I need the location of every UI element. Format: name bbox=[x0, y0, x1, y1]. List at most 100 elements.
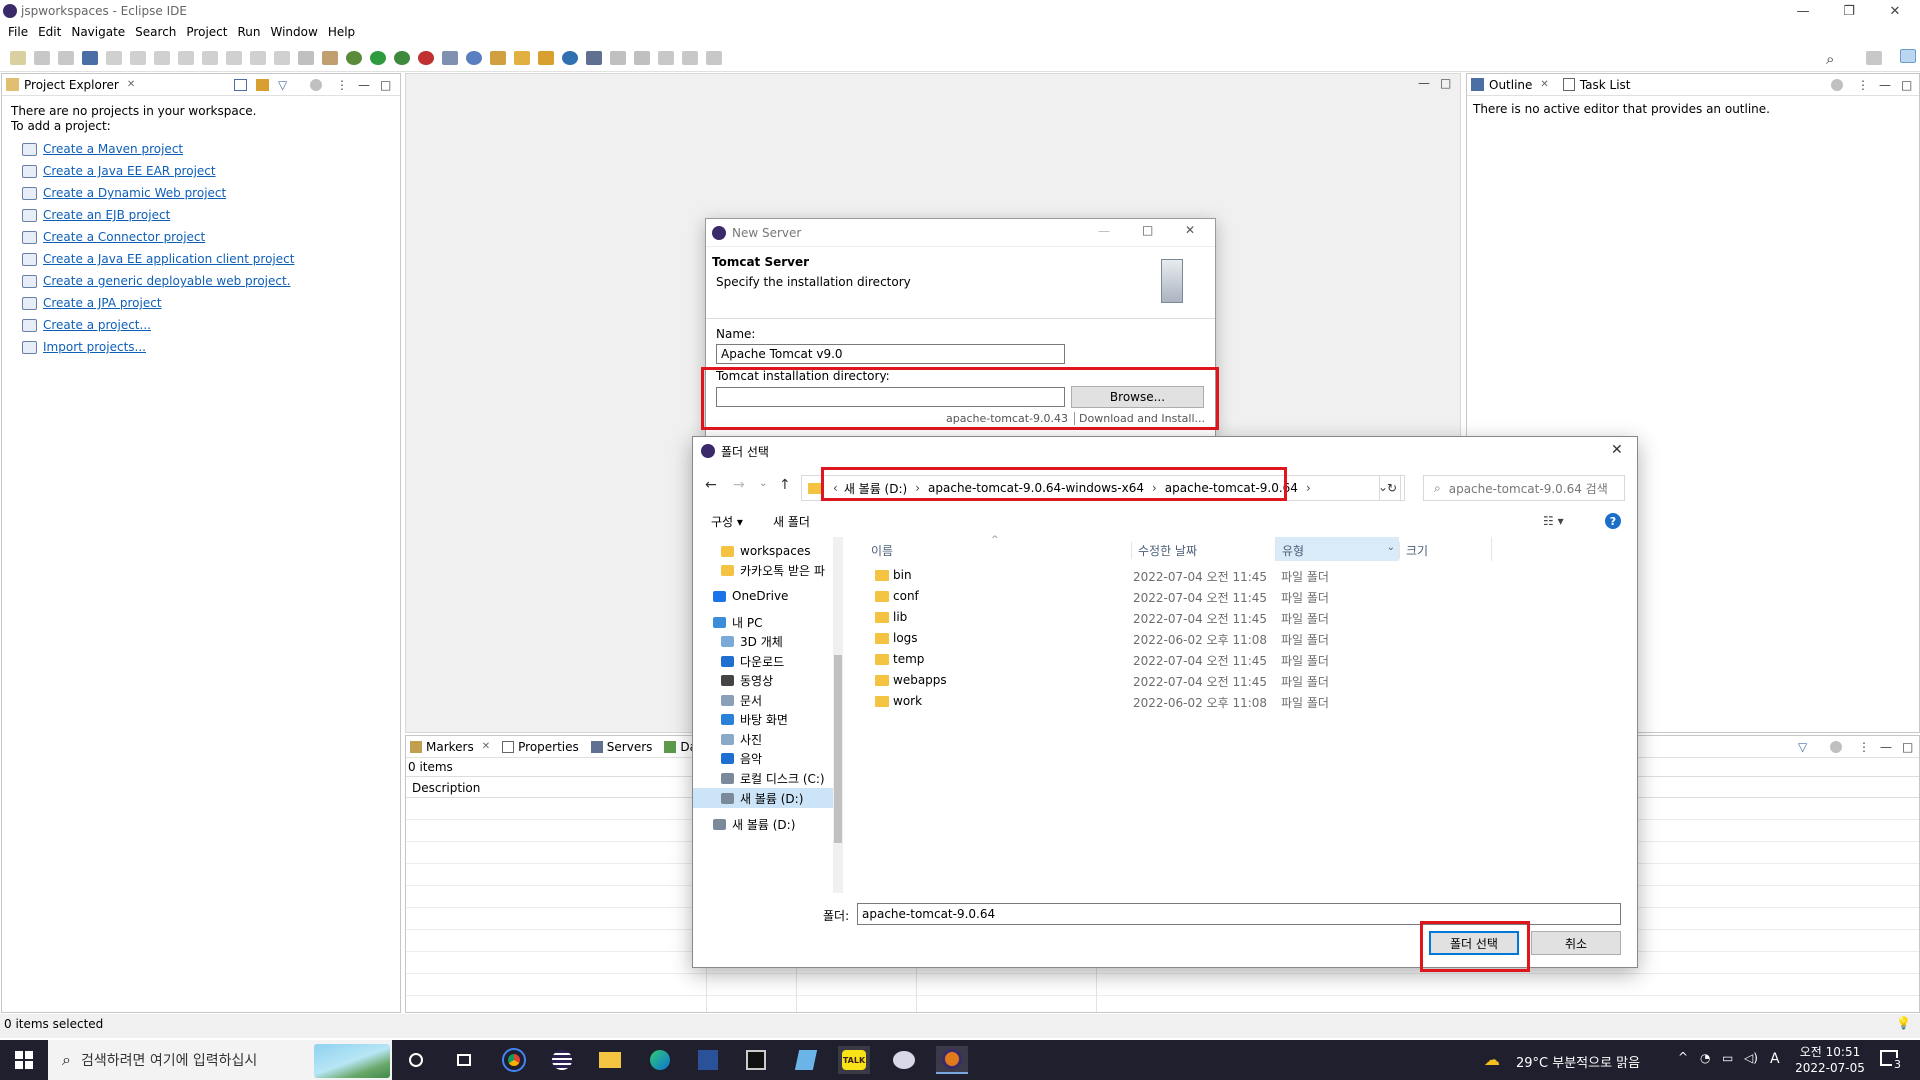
recent-dropdown-icon[interactable]: ⌄ bbox=[759, 478, 767, 489]
view-options-icon[interactable]: ☷ ▾ bbox=[1543, 514, 1564, 528]
step-over-icon[interactable] bbox=[250, 50, 266, 65]
minimize-view-icon[interactable]: — bbox=[1880, 740, 1892, 754]
link-editor-icon[interactable] bbox=[256, 78, 269, 91]
organize-button[interactable]: 구성 ▾ bbox=[711, 513, 743, 530]
open-type-icon[interactable] bbox=[490, 50, 506, 65]
focus-icon[interactable] bbox=[1830, 740, 1842, 753]
next-annotation-icon[interactable] bbox=[610, 50, 626, 65]
link-create-connector-project[interactable]: Create a Connector project bbox=[2, 226, 400, 248]
column-size[interactable]: 크기 bbox=[1399, 542, 1428, 559]
use-step-filters-icon[interactable] bbox=[322, 50, 338, 65]
close-button[interactable]: ✕ bbox=[1872, 0, 1918, 22]
link-import-projects[interactable]: Import projects... bbox=[2, 336, 400, 358]
close-tab-icon[interactable]: ✕ bbox=[482, 741, 490, 752]
refresh-button[interactable]: ↻ bbox=[1379, 475, 1405, 501]
nav-scrollbar[interactable] bbox=[833, 537, 843, 893]
java-ee-perspective-icon[interactable] bbox=[1900, 49, 1916, 63]
nav-item[interactable]: workspaces bbox=[693, 541, 833, 561]
disconnect-icon[interactable] bbox=[202, 50, 218, 65]
minimize-view-icon[interactable]: — bbox=[358, 78, 370, 92]
save-all-icon[interactable] bbox=[58, 50, 74, 65]
pin-editor-icon[interactable] bbox=[706, 50, 722, 65]
view-menu-icon[interactable]: ⋮ bbox=[336, 78, 348, 92]
file-explorer-app[interactable] bbox=[594, 1046, 626, 1074]
clock[interactable]: 오전 10:51 2022-07-05 bbox=[1790, 1044, 1870, 1076]
menu-edit[interactable]: Edit bbox=[38, 25, 61, 39]
tab-task-list[interactable]: Task List bbox=[1580, 78, 1631, 92]
start-button[interactable] bbox=[8, 1046, 40, 1074]
file-row[interactable]: bin 2022-07-04 오전 11:45 파일 폴더 bbox=[851, 565, 1491, 586]
network-icon[interactable]: ▭ bbox=[1722, 1051, 1733, 1065]
suspend-icon[interactable] bbox=[154, 50, 170, 65]
debug-icon[interactable] bbox=[346, 50, 362, 65]
nav-item[interactable]: 다운로드 bbox=[693, 651, 833, 671]
link-create-maven-project[interactable]: Create a Maven project bbox=[2, 138, 400, 160]
new-icon[interactable] bbox=[10, 50, 26, 65]
nav-item-selected[interactable]: 새 볼륨 (D:) bbox=[693, 788, 833, 808]
tip-icon[interactable]: 💡 bbox=[1896, 1016, 1911, 1030]
link-create-ejb-project[interactable]: Create an EJB project bbox=[2, 204, 400, 226]
save-icon[interactable] bbox=[34, 50, 50, 65]
edge-app[interactable] bbox=[644, 1046, 676, 1074]
name-field[interactable]: Apache Tomcat v9.0 bbox=[716, 344, 1065, 364]
step-into-icon[interactable] bbox=[226, 50, 242, 65]
eclipse-taskbar-app[interactable] bbox=[546, 1046, 578, 1074]
task-view-button[interactable] bbox=[448, 1046, 480, 1074]
link-create-dynamic-web-project[interactable]: Create a Dynamic Web project bbox=[2, 182, 400, 204]
menu-window[interactable]: Window bbox=[270, 25, 317, 39]
close-tab-icon[interactable]: ✕ bbox=[127, 79, 135, 90]
cancel-button[interactable]: 취소 bbox=[1531, 931, 1621, 955]
filter-icon[interactable]: ▽ bbox=[278, 78, 287, 92]
weather-text[interactable]: 29°C 부분적으로 맑음 bbox=[1516, 1052, 1640, 1071]
back-icon[interactable] bbox=[658, 50, 674, 65]
nav-item[interactable]: 문서 bbox=[693, 690, 833, 710]
column-type[interactable]: 유형 ⌄ bbox=[1275, 537, 1399, 561]
forward-arrow-icon[interactable]: → bbox=[733, 477, 745, 493]
focus-icon[interactable] bbox=[310, 78, 322, 91]
kakaotalk-app[interactable]: TALK bbox=[838, 1046, 870, 1074]
column-date[interactable]: 수정한 날짜 bbox=[1131, 542, 1197, 559]
external-tools-icon[interactable] bbox=[418, 50, 434, 65]
link-create-jpa-project[interactable]: Create a JPA project bbox=[2, 292, 400, 314]
view-menu-icon[interactable]: ⋮ bbox=[1858, 740, 1870, 754]
help-icon[interactable]: ? bbox=[1605, 513, 1621, 529]
eclipse-active-app[interactable] bbox=[936, 1046, 968, 1074]
nav-item[interactable]: 동영상 bbox=[693, 670, 833, 690]
folder-dialog-close-button[interactable]: ✕ bbox=[1611, 442, 1623, 458]
column-description[interactable]: Description bbox=[412, 781, 480, 795]
new-java-class-icon[interactable] bbox=[466, 50, 482, 65]
minimize-view-icon[interactable]: — bbox=[1879, 78, 1891, 92]
forward-icon[interactable] bbox=[682, 50, 698, 65]
step-return-icon[interactable] bbox=[274, 50, 290, 65]
dialog-maximize-button[interactable]: □ bbox=[1142, 223, 1153, 237]
nav-item[interactable]: 음악 bbox=[693, 748, 833, 768]
file-row[interactable]: webapps 2022-07-04 오전 11:45 파일 폴더 bbox=[851, 670, 1491, 691]
nav-item[interactable]: 로컬 디스크 (C:) bbox=[693, 768, 833, 788]
view-menu-icon[interactable]: ⋮ bbox=[1857, 78, 1869, 92]
search-box[interactable]: ⌕ apache-tomcat-9.0.64 검색 bbox=[1423, 475, 1625, 501]
file-row[interactable]: work 2022-06-02 오후 11:08 파일 폴더 bbox=[851, 691, 1491, 712]
open-perspective-icon[interactable] bbox=[1866, 51, 1882, 65]
resume-icon[interactable] bbox=[130, 50, 146, 65]
terminate-icon[interactable] bbox=[178, 50, 194, 65]
new-server-icon[interactable] bbox=[442, 50, 458, 65]
nav-item[interactable]: 내 PC bbox=[693, 612, 833, 632]
annotation-icon[interactable] bbox=[586, 50, 602, 65]
nav-item[interactable]: 3D 개체 bbox=[693, 631, 833, 651]
volume-icon[interactable]: ◁) bbox=[1744, 1051, 1758, 1065]
cortana-button[interactable] bbox=[400, 1046, 432, 1074]
column-name[interactable]: 이름 bbox=[871, 542, 893, 559]
restore-button[interactable]: ❐ bbox=[1826, 0, 1872, 22]
link-create-ear-project[interactable]: Create a Java EE EAR project bbox=[2, 160, 400, 182]
collapse-all-icon[interactable] bbox=[234, 78, 247, 91]
maximize-view-icon[interactable]: □ bbox=[380, 78, 391, 92]
run-icon[interactable] bbox=[370, 50, 386, 65]
file-row[interactable]: lib 2022-07-04 오전 11:45 파일 폴더 bbox=[851, 607, 1491, 628]
menu-project[interactable]: Project bbox=[186, 25, 227, 39]
terminal-icon[interactable] bbox=[82, 50, 98, 65]
maximize-view-icon[interactable]: □ bbox=[1902, 740, 1913, 754]
search-tool-icon[interactable] bbox=[538, 50, 554, 65]
editor-minimize-icon[interactable]: — bbox=[1418, 76, 1430, 90]
file-row[interactable]: temp 2022-07-04 오전 11:45 파일 폴더 bbox=[851, 649, 1491, 670]
nav-item[interactable]: 사진 bbox=[693, 729, 833, 749]
